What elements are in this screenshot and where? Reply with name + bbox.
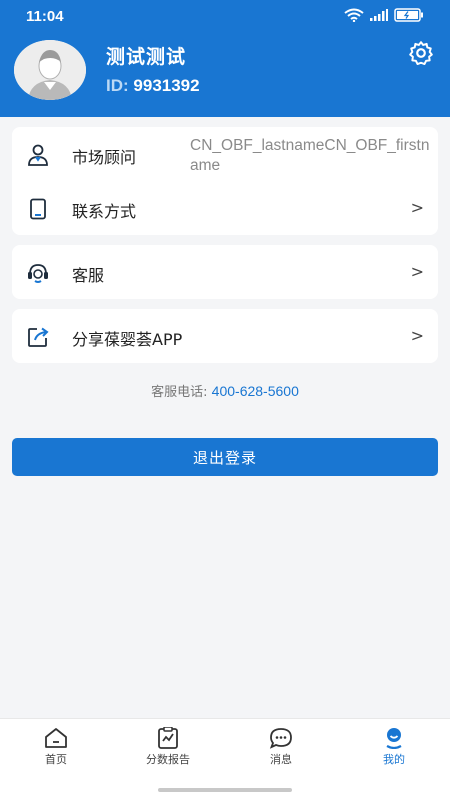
status-time: 11:04 [26,8,64,25]
service-row[interactable]: 客服 > [12,245,438,299]
tab-mine-label: 我的 [383,753,405,766]
home-icon [45,728,67,748]
service-card: 客服 > [12,245,438,299]
chevron-right-icon: > [410,326,424,345]
contact-row[interactable]: 联系方式 > [12,181,438,235]
share-icon [28,327,49,347]
status-bar: 11:04 [0,0,450,34]
tab-message-label: 消息 [270,753,292,766]
profile-icon [386,728,402,749]
tablet-icon [30,198,46,220]
user-id: ID: 9931392 [106,76,200,96]
headset-icon [28,264,48,283]
share-row[interactable]: 分享葆婴荟APP > [12,309,438,363]
profile-summary: 测试测试 ID: 9931392 [14,40,436,100]
tab-home[interactable]: 首页 [0,725,112,775]
advisor-card: 市场顾问 CN_OBF_lastnameCN_OBF_firstname 联系方… [12,127,438,235]
service-hotline: 客服电话: 400-628-5600 [0,381,450,400]
logout-button[interactable]: 退出登录 [12,438,438,476]
advisor-label: 市场顾问 [72,148,137,167]
hotline-number[interactable]: 400-628-5600 [212,383,299,399]
share-label: 分享葆婴荟APP [72,330,183,349]
message-icon [269,728,292,749]
advisor-row[interactable]: 市场顾问 CN_OBF_lastnameCN_OBF_firstname [12,127,438,181]
user-id-label: ID: [106,76,129,95]
advisor-icon [28,144,48,166]
advisor-value: CN_OBF_lastnameCN_OBF_firstname [190,137,430,174]
signal-icon [370,9,388,21]
hotline-label: 客服电话: [151,385,208,400]
tab-mine[interactable]: 我的 [338,725,450,775]
profile-header: 11:04 测试测试 ID: 9931392 [0,0,450,117]
chevron-right-icon: > [410,262,424,281]
tab-report[interactable]: 分数报告 [112,725,224,775]
home-indicator [158,788,292,792]
status-icons [344,8,424,22]
service-label: 客服 [72,266,105,285]
user-name: 测试测试 [106,46,187,68]
default-avatar-icon [14,40,86,100]
tab-report-label: 分数报告 [146,753,190,766]
wifi-icon [344,8,364,22]
chevron-right-icon: > [410,198,424,217]
tab-home-label: 首页 [45,753,67,766]
share-card: 分享葆婴荟APP > [12,309,438,363]
contact-label: 联系方式 [72,202,137,221]
settings-gear-icon[interactable] [408,40,434,66]
user-id-value: 9931392 [133,76,200,95]
report-icon [158,727,178,749]
avatar[interactable] [14,40,86,100]
tab-message[interactable]: 消息 [225,725,337,775]
battery-icon [394,8,423,22]
